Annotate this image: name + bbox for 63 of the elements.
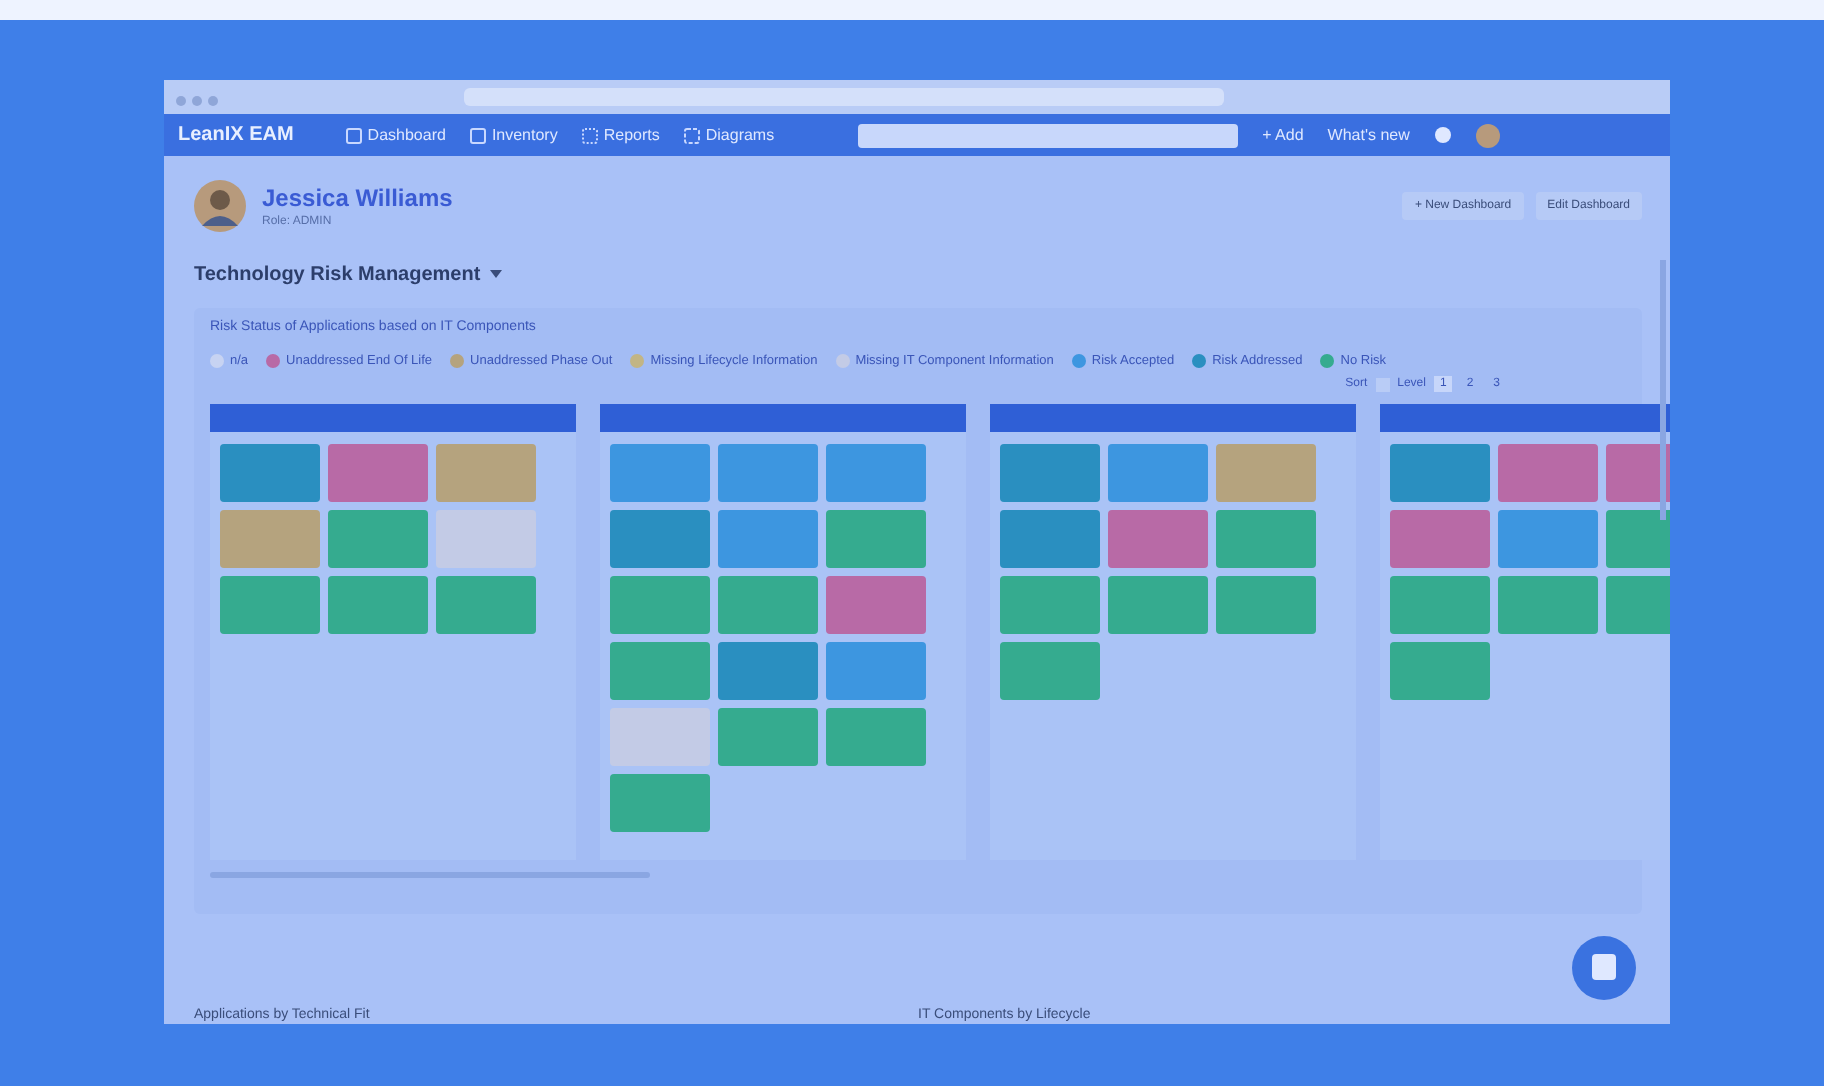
application-tile[interactable] [436, 576, 536, 634]
avatar-icon [194, 180, 246, 232]
chat-icon[interactable] [1572, 936, 1636, 1000]
application-tile[interactable] [1216, 576, 1316, 634]
application-tile[interactable] [826, 444, 926, 502]
application-tile[interactable] [1000, 510, 1100, 568]
square-icon [469, 127, 486, 143]
application-tile[interactable] [1498, 576, 1598, 634]
square-icon [683, 127, 700, 143]
application-tile[interactable] [1000, 576, 1100, 634]
application-tile[interactable] [1108, 576, 1208, 634]
application-tile[interactable] [826, 642, 926, 700]
brand-logo[interactable]: LeanIX EAM [178, 124, 294, 146]
help-icon[interactable] [1433, 126, 1452, 144]
application-tile[interactable] [718, 642, 818, 700]
square-icon [581, 127, 598, 143]
application-tile[interactable] [610, 510, 710, 568]
nav-link[interactable]: Inventory [469, 126, 558, 144]
nav-link[interactable]: Dashboard [345, 126, 446, 144]
square-icon [345, 127, 362, 143]
application-tile[interactable] [610, 774, 710, 832]
application-tile[interactable] [1216, 444, 1316, 502]
whats-new-link[interactable]: What's new [1327, 126, 1410, 144]
application-tile[interactable] [1108, 510, 1208, 568]
application-tile[interactable] [610, 444, 710, 502]
application-tile[interactable] [826, 708, 926, 766]
application-tile[interactable] [718, 708, 818, 766]
application-tile[interactable] [1000, 444, 1100, 502]
application-tile[interactable] [1390, 444, 1490, 502]
application-tile[interactable] [328, 510, 428, 568]
caret-icon[interactable] [490, 270, 503, 278]
application-tile[interactable] [610, 708, 710, 766]
nav-link[interactable]: Diagrams [683, 126, 775, 144]
address-bar[interactable] [464, 88, 1224, 106]
application-tile[interactable] [610, 642, 710, 700]
application-tile[interactable] [610, 576, 710, 634]
avatar-icon[interactable] [1475, 123, 1500, 147]
application-tile[interactable] [826, 510, 926, 568]
application-tile[interactable] [1216, 510, 1316, 568]
application-tile[interactable] [718, 510, 818, 568]
application-tile[interactable] [1498, 444, 1598, 502]
application-tile[interactable] [436, 444, 536, 502]
application-tile[interactable] [1498, 510, 1598, 568]
application-tile[interactable] [1390, 576, 1490, 634]
add-link[interactable]: + Add [1262, 126, 1304, 144]
application-tile[interactable] [328, 444, 428, 502]
application-tile[interactable] [220, 510, 320, 568]
application-tile[interactable] [1390, 642, 1490, 700]
vertical-scrollbar[interactable] [1660, 260, 1666, 520]
application-tile[interactable] [718, 576, 818, 634]
application-tile[interactable] [826, 576, 926, 634]
application-tile[interactable] [1000, 642, 1100, 700]
application-tile[interactable] [220, 576, 320, 634]
application-tile[interactable] [1108, 444, 1208, 502]
application-tile[interactable] [718, 444, 818, 502]
application-tile[interactable] [1390, 510, 1490, 568]
user-name: Jessica Williams [262, 184, 453, 212]
application-tile[interactable] [220, 444, 320, 502]
search-field[interactable] [858, 123, 1239, 147]
application-tile[interactable] [436, 510, 536, 568]
dashboard-title[interactable]: Technology Risk Management [194, 263, 481, 285]
application-tile[interactable] [328, 576, 428, 634]
nav-link[interactable]: Reports [581, 126, 660, 144]
